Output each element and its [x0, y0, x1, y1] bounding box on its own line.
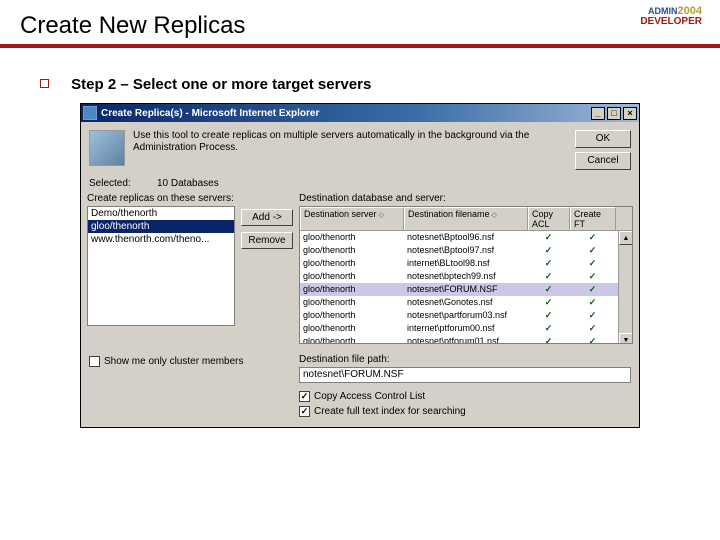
col-server: Destination server◇	[300, 207, 404, 230]
table-row[interactable]: gloo/thenorthnotesnet\ptforum01.nsf✓✓	[300, 335, 632, 344]
grid-header[interactable]: Destination server◇ Destination filename…	[300, 207, 632, 231]
table-row[interactable]: gloo/thenorthnotesnet\Bptool96.nsf✓✓	[300, 231, 632, 244]
filepath-label: Destination file path:	[299, 354, 631, 365]
server-list-item[interactable]: www.thenorth.com/theno...	[88, 233, 234, 246]
table-row[interactable]: gloo/thenorthinternet\ptforum00.nsf✓✓	[300, 322, 632, 335]
dialog-window: Create Replica(s) - Microsoft Internet E…	[80, 103, 640, 428]
step-heading: Step 2 – Select one or more target serve…	[40, 76, 700, 93]
col-filename: Destination filename◇	[404, 207, 528, 230]
remove-button[interactable]: Remove	[241, 232, 293, 249]
checkbox-icon[interactable]: ✓	[299, 406, 310, 417]
add-button[interactable]: Add ->	[241, 209, 293, 226]
table-row[interactable]: gloo/thenorthnotesnet\bptech99.nsf✓✓	[300, 270, 632, 283]
sort-icon[interactable]: ◇	[492, 212, 497, 219]
checkbox-icon[interactable]: ✓	[299, 391, 310, 402]
bullet-icon	[40, 79, 49, 88]
destination-label: Destination database and server:	[299, 191, 633, 206]
table-row[interactable]: gloo/thenorthnotesnet\FORUM.NSF✓✓	[300, 283, 632, 296]
servers-label: Create replicas on these servers:	[87, 191, 235, 206]
step-text: Step 2 – Select one or more target serve…	[71, 76, 371, 93]
col-create-ft: Create FT	[570, 207, 616, 230]
selected-value: 10 Databases	[157, 178, 219, 189]
cancel-button[interactable]: Cancel	[575, 152, 631, 170]
scroll-down-icon: ▼	[619, 333, 633, 344]
titlebar[interactable]: Create Replica(s) - Microsoft Internet E…	[81, 104, 639, 122]
maximize-button[interactable]: □	[607, 107, 621, 120]
destination-grid[interactable]: Destination server◇ Destination filename…	[299, 206, 633, 344]
server-list-item[interactable]: Demo/thenorth	[88, 207, 234, 220]
window-title: Create Replica(s) - Microsoft Internet E…	[101, 108, 589, 119]
ok-button[interactable]: OK	[575, 130, 631, 148]
col-copy-acl: Copy ACL	[528, 207, 570, 230]
table-row[interactable]: gloo/thenorthnotesnet\Gonotes.nsf✓✓	[300, 296, 632, 309]
table-row[interactable]: gloo/thenorthnotesnet\Bptool97.nsf✓✓	[300, 244, 632, 257]
servers-listbox[interactable]: Demo/thenorthgloo/thenorthwww.thenorth.c…	[87, 206, 235, 326]
vertical-scrollbar[interactable]: ▲ ▼	[618, 231, 632, 344]
close-button[interactable]: ×	[623, 107, 637, 120]
slide-title-text: Create New Replicas	[20, 12, 245, 39]
table-row[interactable]: gloo/thenorthinternet\BLtool98.nsf✓✓	[300, 257, 632, 270]
dialog-icon	[89, 130, 125, 166]
sort-icon[interactable]: ◇	[379, 212, 384, 219]
table-row[interactable]: gloo/thenorthnotesnet\partforum03.nsf✓✓	[300, 309, 632, 322]
slide-title: Create New Replicas ADMIN2004 DEVELOPER	[0, 0, 720, 48]
create-ft-checkbox[interactable]: ✓ Create full text index for searching	[299, 404, 631, 419]
copy-acl-checkbox[interactable]: ✓ Copy Access Control List	[299, 389, 631, 404]
checkbox-icon[interactable]	[89, 356, 100, 367]
selected-label: Selected:	[89, 178, 157, 189]
filepath-input[interactable]: notesnet\FORUM.NSF	[299, 367, 631, 383]
scroll-up-icon: ▲	[619, 231, 633, 245]
window-icon	[83, 106, 97, 120]
show-cluster-checkbox[interactable]: Show me only cluster members	[89, 354, 293, 369]
minimize-button[interactable]: _	[591, 107, 605, 120]
server-list-item[interactable]: gloo/thenorth	[88, 220, 234, 233]
conference-logo: ADMIN2004 DEVELOPER	[640, 6, 702, 27]
dialog-description: Use this tool to create replicas on mult…	[133, 130, 575, 154]
